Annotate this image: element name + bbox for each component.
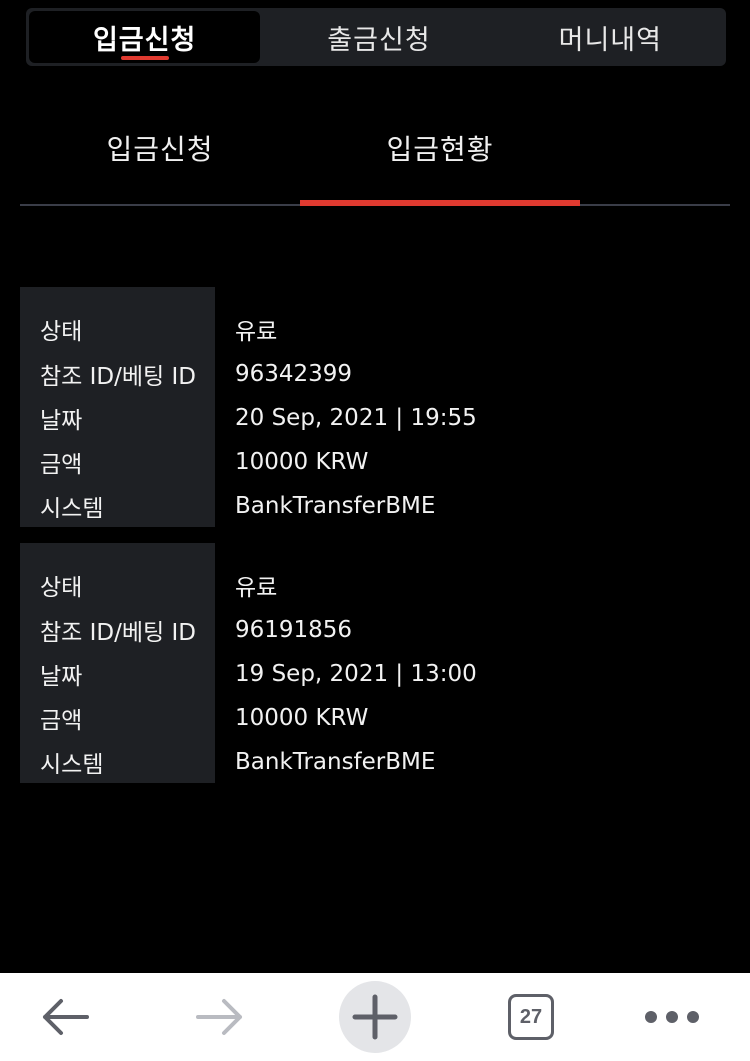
row-value: 유료 (235, 319, 278, 345)
more-dots-icon (645, 1011, 699, 1023)
forward-button[interactable] (185, 981, 255, 1053)
row-value: BankTransferBME (235, 493, 436, 519)
subtab-label: 입금신청 (106, 133, 214, 166)
row-value: 10000 KRW (235, 705, 369, 731)
sub-tab-bar: 입금신청 입금현황 (20, 100, 730, 206)
row-label: 참조 ID/베팅 ID (40, 620, 196, 646)
row-value: 96191856 (235, 617, 353, 643)
subtab-label: 입금현황 (386, 133, 494, 166)
more-menu-button[interactable] (642, 981, 702, 1053)
record-row-ref-id: 참조 ID/베팅 ID 96191856 (20, 608, 730, 652)
tab-deposit-request[interactable]: 입금신청 (29, 11, 261, 63)
row-label: 날짜 (40, 408, 83, 434)
new-tab-circle (339, 981, 411, 1053)
row-label: 상태 (40, 319, 83, 345)
record-row-system: 시스템 BankTransferBME (20, 484, 730, 528)
deposit-record: 상태 유료 참조 ID/베팅 ID 96191856 날짜 19 Sep, 20… (20, 543, 730, 783)
tab-withdraw-request[interactable]: 출금신청 (263, 8, 494, 66)
forward-arrow-icon (196, 999, 242, 1035)
new-tab-button[interactable] (339, 981, 411, 1053)
deposit-record: 상태 유료 참조 ID/베팅 ID 96342399 날짜 20 Sep, 20… (20, 287, 730, 527)
row-value: 96342399 (235, 361, 353, 387)
record-row-status: 상태 유료 (20, 307, 730, 351)
row-label: 시스템 (40, 496, 104, 522)
row-label: 시스템 (40, 752, 104, 778)
back-button[interactable] (30, 981, 100, 1053)
browser-toolbar: 27 (0, 973, 750, 1061)
row-value: 19 Sep, 2021 | 13:00 (235, 661, 477, 687)
active-tab-indicator (120, 56, 169, 60)
record-row-date: 날짜 20 Sep, 2021 | 19:55 (20, 396, 730, 440)
subtab-deposit-status[interactable]: 입금현황 (300, 100, 580, 206)
tab-label: 출금신청 (327, 24, 431, 56)
top-tab-bar: 입금신청 출금신청 머니내역 (26, 8, 726, 66)
record-row-status: 상태 유료 (20, 563, 730, 607)
tab-label: 머니내역 (558, 24, 662, 56)
tab-money-history[interactable]: 머니내역 (495, 8, 726, 66)
subtab-deposit-request[interactable]: 입금신청 (20, 100, 300, 204)
row-value: 10000 KRW (235, 449, 369, 475)
record-row-amount: 금액 10000 KRW (20, 696, 730, 740)
new-tab-plus-icon (352, 994, 398, 1040)
row-label: 금액 (40, 452, 83, 478)
record-row-date: 날짜 19 Sep, 2021 | 13:00 (20, 652, 730, 696)
row-label: 참조 ID/베팅 ID (40, 364, 196, 390)
record-row-system: 시스템 BankTransferBME (20, 740, 730, 784)
row-label: 상태 (40, 575, 83, 601)
active-subtab-indicator (300, 200, 580, 206)
row-value: 20 Sep, 2021 | 19:55 (235, 405, 477, 431)
page: 입금신청 출금신청 머니내역 입금신청 입금현황 상태 유료 참조 ID/베팅 … (0, 0, 750, 1061)
row-value: 유료 (235, 575, 278, 601)
tab-label: 입금신청 (92, 24, 197, 56)
row-label: 날짜 (40, 664, 83, 690)
row-label: 금액 (40, 708, 83, 734)
row-value: BankTransferBME (235, 749, 436, 775)
back-arrow-icon (43, 999, 89, 1035)
record-row-amount: 금액 10000 KRW (20, 440, 730, 484)
tab-count: 27 (519, 1005, 543, 1028)
tab-switcher-button[interactable]: 27 (505, 981, 557, 1053)
record-row-ref-id: 참조 ID/베팅 ID 96342399 (20, 352, 730, 396)
tab-switcher-icon: 27 (508, 994, 554, 1040)
